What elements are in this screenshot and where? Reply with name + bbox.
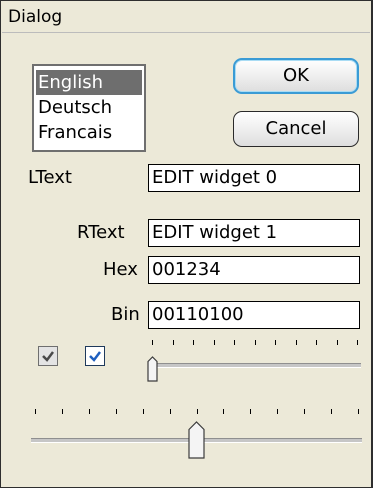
checkbox-2[interactable] xyxy=(85,346,105,366)
slider-thumb[interactable] xyxy=(146,356,158,382)
rtext-label: RText xyxy=(77,222,125,243)
slider-tick xyxy=(254,340,256,345)
language-listbox[interactable]: English Deutsch Francais xyxy=(32,64,146,152)
checkmark-icon xyxy=(42,351,54,362)
slider-thumb[interactable] xyxy=(188,421,205,459)
slider-tick xyxy=(61,409,63,414)
listbox-item-deutsch[interactable]: Deutsch xyxy=(36,95,112,120)
slider-tick xyxy=(357,340,358,345)
slider-tick xyxy=(316,340,317,345)
slider-tick xyxy=(193,340,194,345)
small-slider-track xyxy=(148,363,361,368)
slider-tick xyxy=(142,409,144,414)
window-title: Dialog xyxy=(8,7,63,27)
bin-label: Bin xyxy=(111,304,140,325)
slider-tick xyxy=(275,340,276,345)
slider-tick xyxy=(213,340,215,345)
slider-tick xyxy=(234,340,235,345)
slider-tick xyxy=(172,340,174,345)
checkbox-1[interactable] xyxy=(38,346,58,366)
slider-tick xyxy=(223,409,225,414)
slider-tick xyxy=(35,409,36,414)
slider-tick xyxy=(250,409,252,414)
slider-tick xyxy=(331,409,333,414)
hex-label: Hex xyxy=(103,259,138,280)
listbox-item-francais[interactable]: Francais xyxy=(36,120,112,145)
slider-tick xyxy=(295,340,297,345)
bin-edit-field[interactable]: 00110100 xyxy=(148,301,360,329)
slider-tick xyxy=(304,409,306,414)
slider-tick xyxy=(152,340,153,345)
slider-tick xyxy=(336,340,338,345)
checkmark-icon xyxy=(89,351,101,362)
slider-tick xyxy=(277,409,279,414)
hex-edit-field[interactable]: 001234 xyxy=(148,256,360,284)
slider-tick xyxy=(196,409,198,414)
ok-button[interactable]: OK xyxy=(233,58,359,94)
listbox-item-english[interactable]: English xyxy=(36,70,142,95)
rtext-edit-field[interactable]: EDIT widget 1 xyxy=(148,219,360,247)
slider-tick xyxy=(169,409,171,414)
ltext-label: LText xyxy=(28,167,72,188)
title-bar[interactable]: Dialog xyxy=(2,2,370,33)
cancel-button[interactable]: Cancel xyxy=(233,111,359,147)
ltext-edit-field[interactable]: EDIT widget 0 xyxy=(148,164,360,192)
large-slider[interactable] xyxy=(31,405,362,475)
slider-tick xyxy=(88,409,90,414)
dialog-window: Dialog English Deutsch Francais OK Cance… xyxy=(0,0,373,488)
small-slider[interactable] xyxy=(146,338,361,386)
slider-tick xyxy=(115,409,117,414)
slider-tick xyxy=(358,409,359,414)
